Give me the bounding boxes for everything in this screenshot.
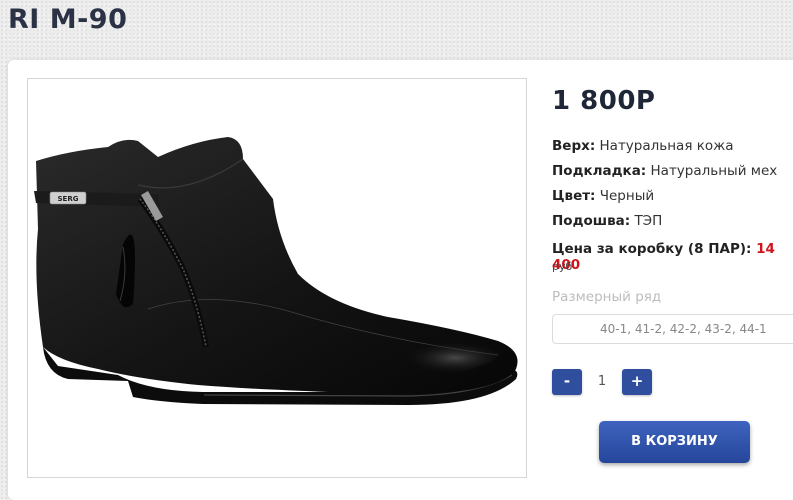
size-range-label: Размерный ряд <box>552 289 662 305</box>
spec-color-value: Черный <box>599 188 655 204</box>
spec-upper-label: Верх: <box>552 138 596 154</box>
strap-logo-text: SERG <box>58 195 79 203</box>
add-to-cart-button[interactable]: В КОРЗИНУ <box>599 421 750 463</box>
boot-image: SERG <box>34 137 518 405</box>
quantity-decrease-button[interactable]: - <box>552 369 582 395</box>
product-price: 1 800Р <box>552 86 656 116</box>
spec-sole-label: Подошва: <box>552 213 631 229</box>
product-image[interactable]: SERG <box>27 78 527 478</box>
currency-label: руб <box>552 260 573 273</box>
size-range-select[interactable]: 40-1, 41-2, 42-2, 43-2, 44-1 <box>552 314 793 344</box>
spec-color: Цвет: Черный <box>552 188 654 204</box>
quantity-input[interactable]: 1 <box>582 369 622 395</box>
box-price-label: Цена за коробку (8 ПАР): <box>552 241 752 257</box>
spec-upper-value: Натуральная кожа <box>599 138 734 154</box>
spec-color-label: Цвет: <box>552 188 596 204</box>
spec-lining: Подкладка: Натуральный мех <box>552 163 777 179</box>
spec-lining-value: Натуральный мех <box>650 163 778 179</box>
spec-sole-value: ТЭП <box>634 213 663 229</box>
spec-lining-label: Подкладка: <box>552 163 647 179</box>
spec-upper: Верх: Натуральная кожа <box>552 138 734 154</box>
page-title: RI M-90 <box>8 4 128 35</box>
quantity-increase-button[interactable]: + <box>622 369 652 395</box>
spec-sole: Подошва: ТЭП <box>552 213 662 229</box>
box-price: Цена за коробку (8 ПАР): 14 400 <box>552 241 793 273</box>
